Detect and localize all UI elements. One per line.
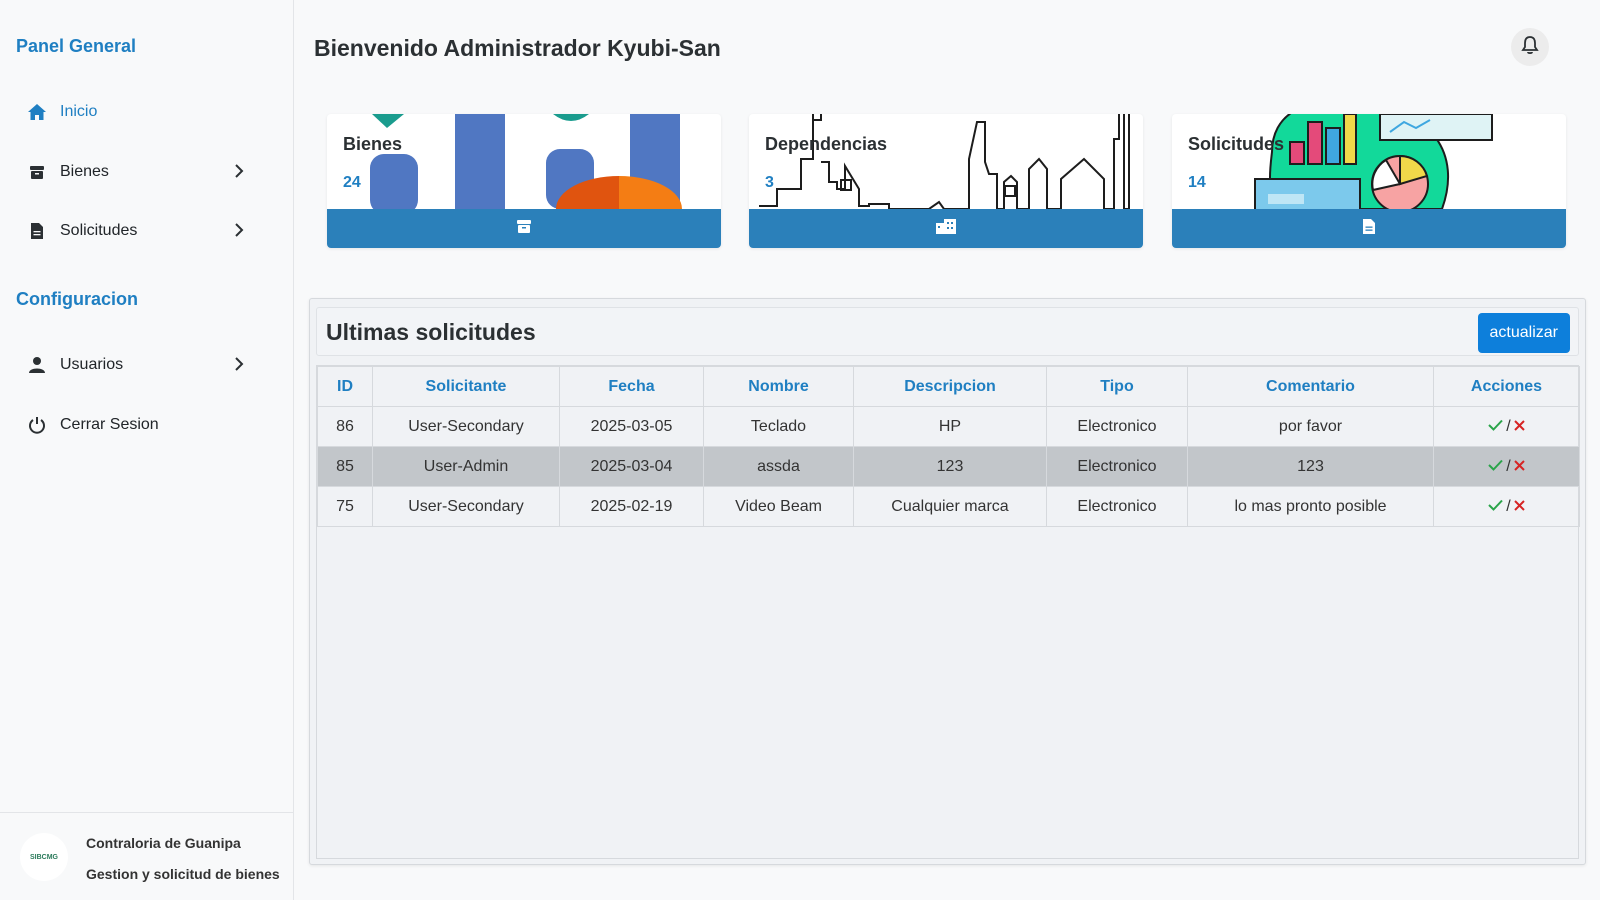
action-separator: / (1506, 457, 1511, 475)
card-title: Dependencias (765, 134, 888, 154)
card-title: Bienes (343, 134, 403, 154)
cell-nombre: Teclado (703, 406, 854, 447)
cell-tipo: Electronico (1046, 446, 1188, 487)
sidebar-heading-general: Panel General (16, 36, 137, 56)
file-icon (26, 220, 48, 242)
file-icon (1362, 218, 1376, 240)
cell-tipo: Electronico (1046, 406, 1188, 447)
power-icon (26, 414, 48, 436)
sidebar-item-cerrar-sesion[interactable]: Cerrar Sesion (26, 408, 256, 442)
table-row: 75 User-Secondary 2025-02-19 Video Beam … (317, 486, 1580, 527)
sidebar-item-label: Bienes (60, 163, 109, 180)
cell-id: 75 (317, 486, 373, 527)
org-subtitle: Gestion y solicitud de bienes (86, 866, 280, 882)
card-action-bar[interactable] (327, 209, 721, 248)
cell-fecha: 2025-02-19 (559, 486, 704, 527)
column-header-id: ID (317, 366, 373, 407)
user-icon (26, 354, 48, 376)
sidebar-footer: SIBCMG Contraloria de Guanipa Gestion y … (0, 812, 294, 900)
cell-id: 85 (317, 446, 373, 487)
cell-comentario: 123 (1187, 446, 1434, 487)
x-icon[interactable] (1514, 498, 1525, 516)
card-illustration (1254, 114, 1493, 209)
archive-icon (516, 218, 532, 239)
home-icon (26, 101, 48, 123)
cell-descripcion: Cualquier marca (853, 486, 1047, 527)
sidebar-item-inicio[interactable]: Inicio (26, 95, 256, 129)
column-header-acciones: Acciones (1433, 366, 1580, 407)
org-name: Contraloria de Guanipa (86, 835, 241, 851)
cell-nombre: Video Beam (703, 486, 854, 527)
panel-title: Ultimas solicitudes (326, 319, 536, 345)
cell-fecha: 2025-03-05 (559, 406, 704, 447)
cell-acciones: / (1433, 446, 1580, 487)
cell-nombre: assda (703, 446, 854, 487)
chevron-right-icon (234, 163, 244, 184)
sidebar-item-label: Solicitudes (60, 222, 138, 239)
cell-comentario: por favor (1187, 406, 1434, 447)
latest-requests-panel: Ultimas solicitudes actualizar ID Solici… (309, 298, 1586, 865)
stat-card-solicitudes[interactable]: Solicitudes 14 (1172, 114, 1566, 248)
sidebar-item-bienes[interactable]: Bienes (26, 155, 256, 189)
cell-descripcion: HP (853, 406, 1047, 447)
table-row: 86 User-Secondary 2025-03-05 Teclado HP … (317, 406, 1580, 447)
cell-solicitante: User-Admin (372, 446, 560, 487)
column-header-tipo: Tipo (1046, 366, 1188, 407)
action-separator: / (1506, 497, 1511, 515)
sidebar-item-usuarios[interactable]: Usuarios (26, 348, 256, 382)
card-title: Solicitudes (1188, 134, 1285, 154)
card-count: 14 (1188, 174, 1206, 191)
check-icon[interactable] (1488, 418, 1503, 436)
stat-card-bienes[interactable]: Bienes 24 (327, 114, 721, 248)
x-icon[interactable] (1514, 418, 1525, 436)
cell-solicitante: User-Secondary (372, 406, 560, 447)
card-count: 3 (765, 174, 774, 191)
notifications-button[interactable] (1511, 28, 1549, 66)
sidebar-item-solicitudes[interactable]: Solicitudes (26, 214, 256, 248)
check-icon[interactable] (1488, 498, 1503, 516)
card-count: 24 (343, 174, 361, 191)
check-icon[interactable] (1488, 458, 1503, 476)
sidebar-item-label: Cerrar Sesion (60, 416, 159, 433)
panel-header: Ultimas solicitudes actualizar (316, 307, 1579, 356)
sidebar-heading-config: Configuracion (16, 289, 138, 309)
sidebar: Panel General Inicio Bienes Solicitudes … (0, 0, 294, 900)
cell-acciones: / (1433, 406, 1580, 447)
sidebar-item-label: Usuarios (60, 356, 124, 373)
card-illustration (759, 114, 1130, 209)
refresh-button[interactable]: actualizar (1477, 313, 1570, 353)
cell-id: 86 (317, 406, 373, 447)
action-separator: / (1506, 417, 1511, 435)
column-header-descripcion: Descripcion (853, 366, 1047, 407)
column-header-fecha: Fecha (559, 366, 704, 407)
x-icon[interactable] (1514, 458, 1525, 476)
card-illustration (370, 114, 682, 209)
cell-descripcion: 123 (853, 446, 1047, 487)
stat-card-dependencias[interactable]: Dependencias 3 (749, 114, 1143, 248)
org-logo: SIBCMG (20, 833, 68, 881)
column-header-nombre: Nombre (703, 366, 854, 407)
page-title: Bienvenido Administrador Kyubi-San (314, 35, 721, 61)
card-action-bar[interactable] (1172, 209, 1566, 248)
cell-acciones: / (1433, 486, 1580, 527)
column-header-comentario: Comentario (1187, 366, 1434, 407)
sidebar-item-label: Inicio (60, 103, 98, 120)
archive-icon (26, 161, 48, 183)
cell-tipo: Electronico (1046, 486, 1188, 527)
building-icon (935, 218, 957, 239)
chevron-right-icon (234, 222, 244, 243)
cell-solicitante: User-Secondary (372, 486, 560, 527)
column-header-solicitante: Solicitante (372, 366, 560, 407)
card-action-bar[interactable] (749, 209, 1143, 248)
cell-comentario: lo mas pronto posible (1187, 486, 1434, 527)
table-header-row: ID Solicitante Fecha Nombre Descripcion … (317, 366, 1580, 407)
table-row: 85 User-Admin 2025-03-04 assda 123 Elect… (317, 446, 1580, 487)
cell-fecha: 2025-03-04 (559, 446, 704, 487)
bell-icon (1520, 35, 1540, 60)
requests-table-container: ID Solicitante Fecha Nombre Descripcion … (316, 365, 1580, 859)
chevron-right-icon (234, 356, 244, 377)
requests-table: ID Solicitante Fecha Nombre Descripcion … (317, 366, 1580, 527)
